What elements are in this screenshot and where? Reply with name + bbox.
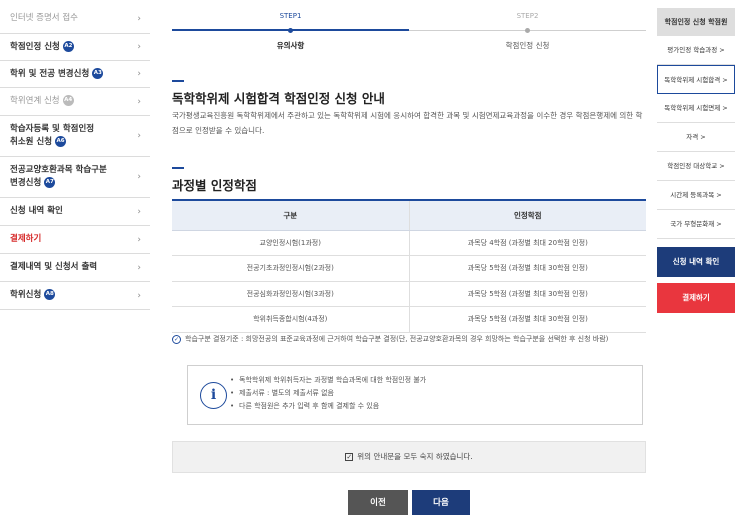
chevron-right-icon: › [137,13,141,24]
sidebar-item-label: 전공교양호환과목 학습구분 변경신청 A7 [10,165,107,188]
info-icon: i [200,382,227,409]
payment-button[interactable]: 결제하기 [657,283,735,313]
table-cell: 학위취득종합시험(4과정) [172,306,410,333]
sidebar-item-label: 학점인정 신청 A2 [10,40,74,52]
sidebar-item-degree-major-change[interactable]: 학위 및 전공 변경신청 A3 › [0,61,150,88]
prev-button[interactable]: 이전 [348,490,408,515]
step-2: STEP2 학점인정 신청 [409,8,646,51]
check-circle-icon: ✓ [172,335,181,344]
sidebar-item-label: 학습자등록 및 학점인정 취소원 신청 A6 [10,124,95,147]
table-cell: 교양인정시험(1과정) [172,230,410,256]
badge-icon: A8 [44,289,56,300]
agree-label[interactable]: 위의 안내문을 모두 숙지 하였습니다. [357,452,472,461]
step-dot-icon [525,28,530,33]
info-list: 독학학위제 학위취득자는 과정별 학습과목에 대한 학점인정 불가 제출서류 :… [230,374,426,413]
badge-icon: A4 [62,95,74,106]
quick-item-certificate[interactable]: 자격 > [657,123,735,152]
table-cell: 과목당 5학점 (과정별 최대 30학점 인정) [409,255,646,282]
table-row: 교양인정시험(1과정) 과목당 4학점 (과정별 최대 20학점 인정) [172,230,646,256]
table-row: 전공기초과정인정시험(2과정) 과목당 5학점 (과정별 최대 30학점 인정) [172,255,646,282]
step-indicator: STEP1 유의사항 STEP2 학점인정 신청 [172,8,646,58]
table-row: 학위취득종합시험(4과정) 과목당 5학점 (과정별 최대 30학점 인정) [172,306,646,333]
chevron-right-icon: › [137,290,141,301]
sidebar-item-label: 학위신청 A8 [10,289,56,300]
left-sidebar: 인터넷 증명서 접수 › 학점인정 신청 A2 › 학위 및 전공 변경신청 A3 … [0,0,150,520]
quick-item-target-school[interactable]: 학점인정 대상학교 > [657,152,735,181]
sidebar-item-label: 학위 및 전공 변경신청 A3 [10,67,104,79]
list-item: 다른 학점원은 추가 입력 후 함께 결제할 수 있음 [230,400,426,413]
note-text: 학습구분 결정기준 : 희망전공의 표준교육과정에 근거하여 학습구분 결정(단… [185,335,609,343]
section-marker [172,80,184,82]
table-header: 인정학점 [409,199,646,231]
step-name: 유의사항 [276,41,305,50]
quick-menu-title: 학점인정 신청 학점원 [657,8,735,36]
table-cell: 과목당 4학점 (과정별 최대 20학점 인정) [409,230,646,256]
table-row: 전공심화과정인정시험(3과정) 과목당 5학점 (과정별 최대 30학점 인정) [172,281,646,307]
sidebar-item-degree-application[interactable]: 학위신청 A8 › [0,282,150,310]
sidebar-item-label: 결제내역 및 신청서 출력 [10,262,98,272]
step-number: STEP2 [516,12,539,20]
table-cell: 과목당 5학점 (과정별 최대 30학점 인정) [409,281,646,307]
step-number: STEP1 [279,12,302,20]
sidebar-item-internet-certificate[interactable]: 인터넷 증명서 접수 › [0,4,150,34]
credit-table: 구분 인정학점 교양인정시험(1과정) 과목당 4학점 (과정별 최대 20학점… [172,199,646,333]
list-item: 독학학위제 학위취득자는 과정별 학습과목에 대한 학점인정 불가 [230,374,426,387]
chevron-right-icon: › [137,172,141,182]
section-description: 국가평생교육진흥원 독학학위제에서 주관하고 있는 독학학위제 시험에 응시하여… [172,111,643,135]
quick-item-self-study-exempt[interactable]: 독학학위제 시험면제 > [657,94,735,123]
info-box: i 독학학위제 학위취득자는 과정별 학습과목에 대한 학점인정 불가 제출서류… [187,365,643,425]
sidebar-item-label: 인터넷 증명서 접수 [10,13,78,23]
section-marker [172,167,184,169]
quick-menu: 학점인정 신청 학점원 평가인정 학습과정 > 독학학위제 시험합격 > 독학학… [657,8,735,313]
badge-icon: A2 [62,40,74,52]
chevron-right-icon: › [137,69,141,79]
application-history-button[interactable]: 신청 내역 확인 [657,247,735,277]
badge-icon: A6 [55,136,67,147]
agree-checkbox[interactable]: ✓ [345,453,354,461]
sidebar-item-label: 학위연계 신청 A4 [10,95,74,106]
chevron-right-icon: › [137,234,141,245]
chevron-right-icon: › [137,42,141,52]
badge-icon: A3 [92,67,104,79]
badge-icon: A7 [44,177,56,188]
chevron-right-icon: › [137,206,141,217]
sidebar-item-label: 결제하기 [10,234,42,244]
quick-item-evaluated-course[interactable]: 평가인정 학습과정 > [657,36,735,65]
step-1: STEP1 유의사항 [172,8,409,51]
sidebar-item-degree-link[interactable]: 학위연계 신청 A4 › [0,88,150,116]
quick-item-intangible-heritage[interactable]: 국가 무형문화재 > [657,210,735,239]
quick-item-part-time-course[interactable]: 시간제 등록과목 > [657,181,735,210]
quick-item-self-study-pass[interactable]: 독학학위제 시험합격 > [657,65,735,94]
sidebar-item-learner-registration[interactable]: 학습자등록 및 학점인정 취소원 신청 A6 › [0,116,150,157]
table-header-row: 구분 인정학점 [172,199,646,231]
step-name: 학점인정 신청 [505,41,550,50]
chevron-right-icon: › [137,96,141,107]
learning-type-note: ✓ 학습구분 결정기준 : 희망전공의 표준교육과정에 근거하여 학습구분 결정… [172,333,646,346]
section-title: 과정별 인정학점 [172,178,257,193]
table-cell: 전공기초과정인정시험(2과정) [172,255,410,282]
sidebar-item-learning-type-change[interactable]: 전공교양호환과목 학습구분 변경신청 A7 › [0,157,150,198]
table-cell: 전공심화과정인정시험(3과정) [172,281,410,307]
table-cell: 과목당 5학점 (과정별 최대 30학점 인정) [409,306,646,333]
list-item: 제출서류 : 별도의 제출서류 없음 [230,387,426,400]
table-header: 구분 [172,199,410,231]
sidebar-item-payment-print[interactable]: 결제내역 및 신청서 출력 › [0,254,150,282]
step-dot-icon [288,28,293,33]
agree-box: ✓ 위의 안내문을 모두 숙지 하였습니다. [172,441,646,473]
chevron-right-icon: › [137,262,141,273]
sidebar-item-credit-recognition[interactable]: 학점인정 신청 A2 › [0,34,150,61]
sidebar-item-application-history[interactable]: 신청 내역 확인 › [0,198,150,226]
sidebar-item-label: 신청 내역 확인 [10,206,63,216]
section-title: 독학학위제 시험합격 학점인정 신청 안내 [172,91,385,106]
chevron-right-icon: › [137,131,141,141]
sidebar-item-payment[interactable]: 결제하기 › [0,226,150,254]
next-button[interactable]: 다음 [412,490,470,515]
